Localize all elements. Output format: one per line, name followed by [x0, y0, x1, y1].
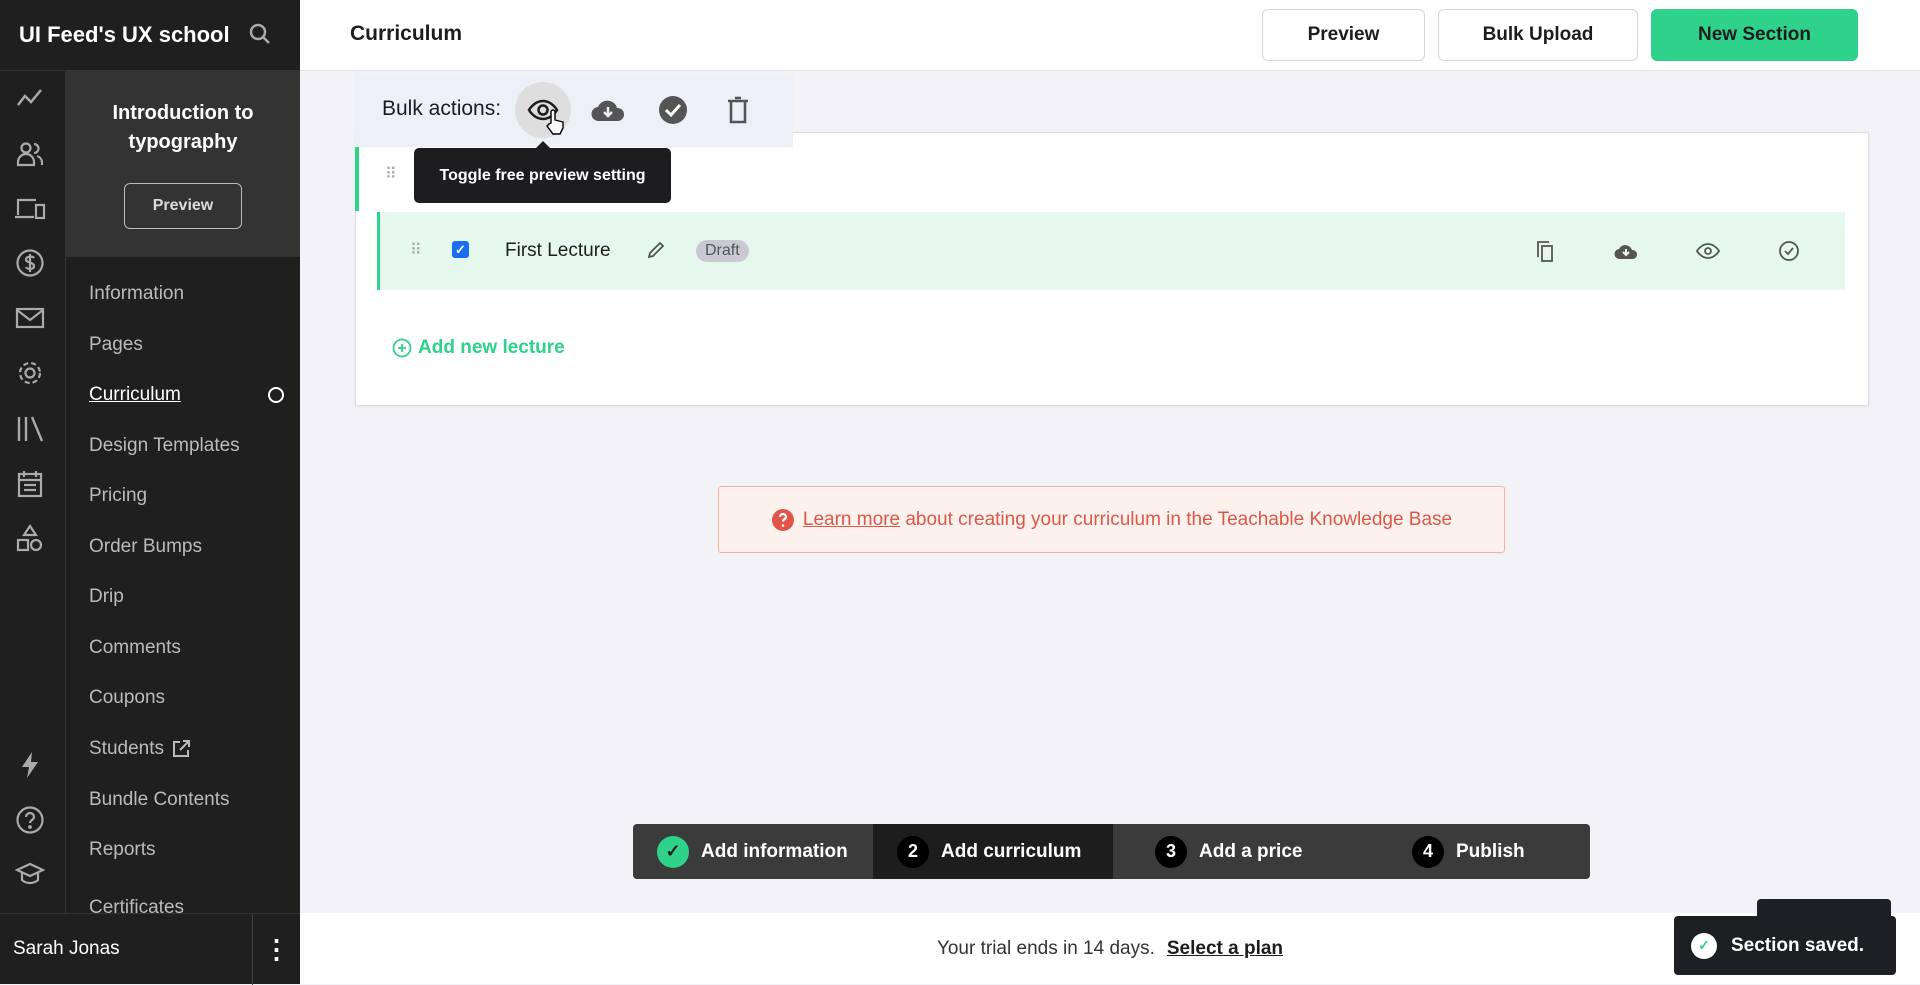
devices-icon[interactable] — [14, 193, 46, 225]
lecture-row[interactable]: ⠿ ✓ First Lecture Draft — [377, 212, 1845, 290]
course-panel: Introduction to typography Preview — [66, 71, 300, 257]
nav-students[interactable]: Students — [89, 738, 190, 760]
check-icon: ✓ — [657, 835, 689, 868]
graduation-cap-icon[interactable] — [14, 858, 46, 890]
shapes-icon[interactable] — [14, 522, 46, 554]
learn-more-link[interactable]: Learn more — [803, 509, 900, 530]
info-banner: Learn more about creating your curriculu… — [718, 486, 1505, 553]
question-circle-icon — [771, 508, 794, 531]
lecture-checkbox[interactable]: ✓ — [452, 241, 469, 258]
info-text: about creating your curriculum in the Te… — [905, 508, 1453, 530]
trial-text: Your trial ends in 14 days. — [936, 937, 1155, 959]
pencil-icon[interactable] — [646, 240, 666, 265]
add-new-lecture-label: Add new lecture — [418, 337, 565, 358]
tooltip: Toggle free preview setting — [414, 141, 671, 203]
eye-icon[interactable] — [1695, 238, 1721, 264]
nav-pages[interactable]: Pages — [89, 334, 143, 356]
nav-comments[interactable]: Comments — [89, 637, 181, 659]
cloud-download-icon[interactable] — [1613, 238, 1639, 264]
course-preview-button[interactable]: Preview — [124, 183, 242, 229]
progress-stepper: ✓ Add information 2 Add curriculum 3 Add a … — [633, 824, 1590, 879]
nav-design-templates[interactable]: Design Templates — [89, 435, 240, 457]
copy-icon[interactable] — [1532, 238, 1558, 264]
step-number: 2 — [897, 835, 929, 868]
step-add-curriculum[interactable]: 2 Add curriculum — [873, 824, 1113, 879]
step-label: Add a price — [1199, 840, 1303, 862]
toast-notification: ✓ Section saved. — [1674, 916, 1896, 975]
nav-coupons[interactable]: Coupons — [89, 687, 165, 709]
sidebar: UI Feed's UX school Introduction to typo… — [0, 0, 300, 985]
page-title: Curriculum — [350, 22, 463, 45]
search-icon[interactable] — [248, 22, 272, 51]
user-name[interactable]: Sarah Jonas — [13, 938, 120, 960]
nav-pricing[interactable]: Pricing — [89, 485, 147, 507]
trash-icon[interactable] — [720, 92, 756, 128]
step-label: Add curriculum — [941, 840, 1082, 862]
icon-rail — [0, 71, 66, 913]
nav-curriculum[interactable]: Curriculum — [89, 384, 181, 406]
user-bar: Sarah Jonas ⋮ — [0, 913, 300, 985]
step-number: 3 — [1155, 835, 1187, 868]
current-indicator — [268, 387, 284, 403]
trend-line-icon[interactable] — [14, 82, 46, 114]
bulk-upload-button[interactable]: Bulk Upload — [1438, 9, 1638, 61]
nav-information[interactable]: Information — [89, 283, 184, 305]
drag-handle-icon[interactable]: ⠿ — [385, 164, 397, 184]
gear-icon[interactable] — [14, 357, 46, 389]
drag-handle-icon[interactable]: ⠿ — [410, 240, 422, 260]
bulk-actions-label: Bulk actions: — [382, 97, 502, 120]
lightning-icon[interactable] — [14, 749, 46, 781]
preview-button[interactable]: Preview — [1262, 9, 1425, 61]
section-row-indicator — [355, 147, 359, 211]
step-number: 4 — [1412, 835, 1444, 868]
check-circle-icon[interactable] — [1776, 238, 1802, 264]
plus-circle-icon — [392, 338, 412, 358]
step-label: Add information — [701, 840, 848, 862]
new-section-button[interactable]: New Section — [1651, 9, 1858, 61]
nav-students-label: Students — [89, 738, 164, 759]
cloud-download-icon[interactable] — [590, 92, 626, 128]
status-badge: Draft — [696, 240, 749, 262]
users-icon[interactable] — [14, 138, 46, 170]
dollar-icon[interactable] — [14, 247, 46, 279]
check-icon: ✓ — [1691, 932, 1717, 959]
nav-bundle-contents[interactable]: Bundle Contents — [89, 789, 230, 811]
library-icon[interactable] — [14, 413, 46, 445]
mail-icon[interactable] — [14, 302, 46, 334]
nav-drip[interactable]: Drip — [89, 586, 124, 608]
step-add-information[interactable]: ✓ Add information — [633, 824, 873, 879]
check-circle-icon[interactable] — [655, 92, 691, 128]
lecture-title[interactable]: First Lecture — [505, 240, 611, 262]
course-title: Introduction to typography — [112, 102, 254, 153]
step-publish[interactable]: 4 Publish — [1370, 824, 1590, 879]
step-add-price[interactable]: 3 Add a price — [1113, 824, 1370, 879]
toast-message: Section saved. — [1731, 934, 1865, 956]
help-icon[interactable] — [14, 804, 46, 836]
add-new-lecture-link[interactable]: Add new lecture — [392, 337, 565, 359]
bulk-actions-bar: Bulk actions: — [355, 73, 793, 147]
select-plan-link[interactable]: Select a plan — [1167, 938, 1283, 960]
nav-order-bumps[interactable]: Order Bumps — [89, 536, 202, 558]
nav-reports[interactable]: Reports — [89, 839, 156, 861]
external-link-icon — [173, 740, 190, 757]
calendar-icon[interactable] — [14, 468, 46, 500]
more-vertical-icon[interactable]: ⋮ — [252, 914, 300, 985]
header: Curriculum Preview Bulk Upload New Secti… — [300, 0, 1920, 71]
step-label: Publish — [1456, 840, 1525, 862]
hand-cursor-icon — [545, 109, 567, 140]
